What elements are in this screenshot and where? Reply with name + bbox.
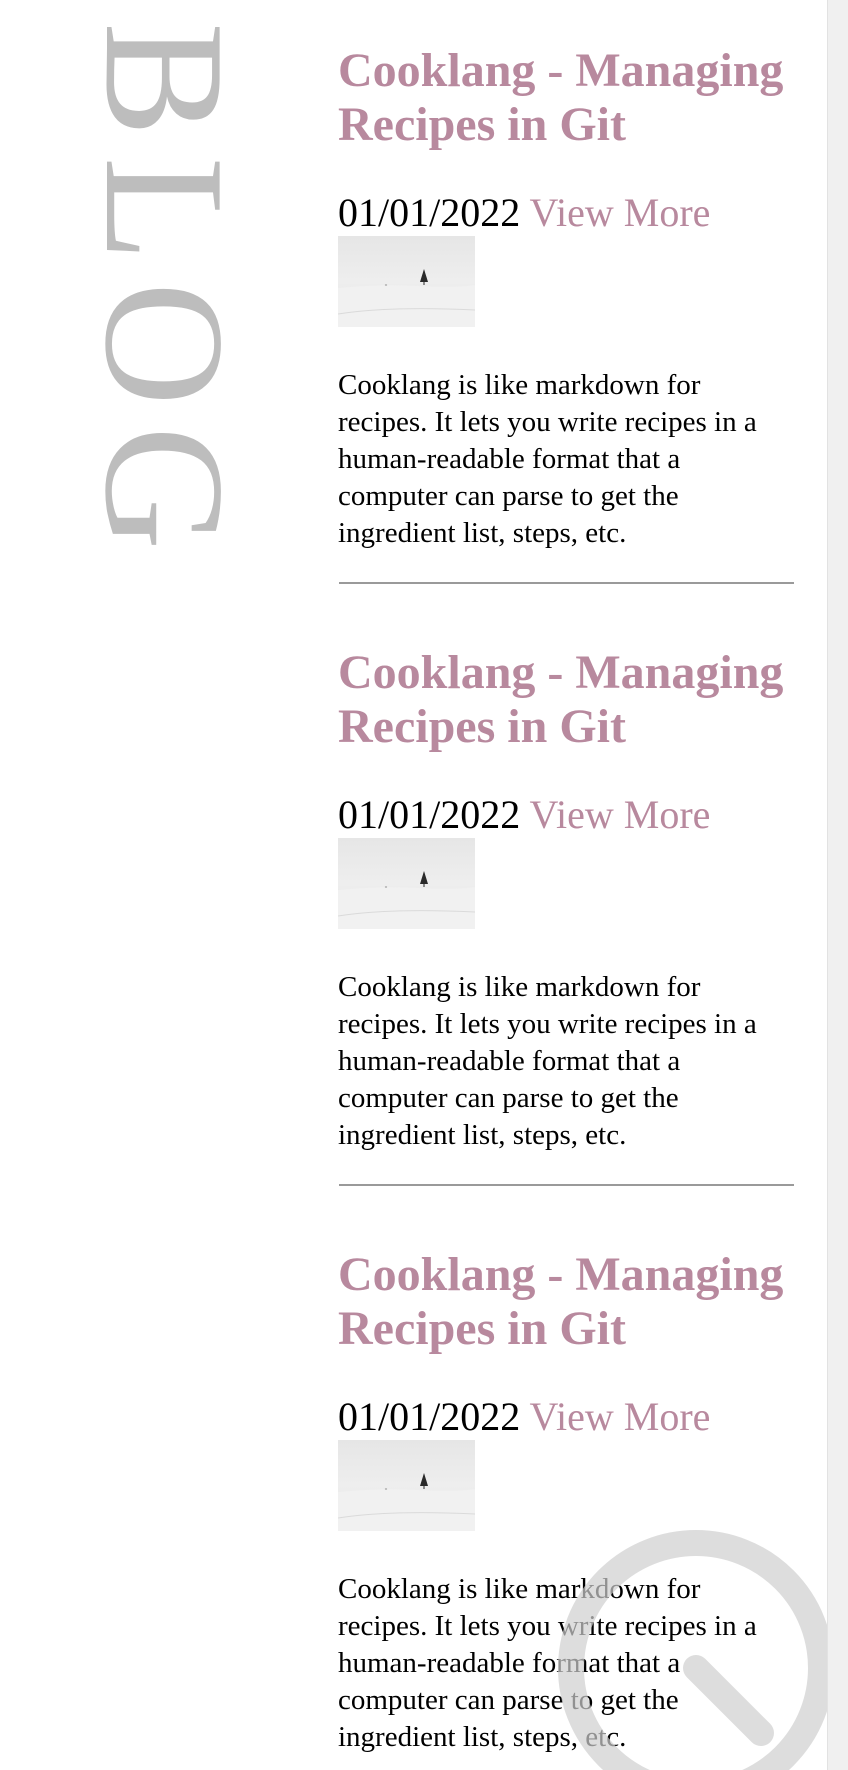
blog-page: BLOG Cooklang - Managing Recipes in Git … — [0, 0, 848, 1770]
snowy-tree-thumbnail[interactable] — [338, 236, 475, 327]
post-card: Cooklang - Managing Recipes in Git 01/01… — [338, 44, 794, 584]
post-meta: 01/01/2022 View More — [338, 792, 794, 838]
blog-vertical-title: BLOG — [69, 22, 259, 571]
post-meta: 01/01/2022 View More — [338, 1394, 794, 1440]
post-title[interactable]: Cooklang - Managing Recipes in Git — [338, 1248, 794, 1356]
snowy-tree-thumbnail[interactable] — [338, 1440, 475, 1531]
search-icon[interactable] — [556, 1528, 848, 1770]
post-excerpt: Cooklang is like markdown for recipes. I… — [338, 369, 757, 549]
post-card: Cooklang - Managing Recipes in Git 01/01… — [338, 646, 794, 1186]
post-date: 01/01/2022 — [338, 1394, 521, 1439]
post-list: Cooklang - Managing Recipes in Git 01/01… — [338, 44, 794, 1756]
view-more-link[interactable]: View More — [530, 792, 711, 837]
post-title[interactable]: Cooklang - Managing Recipes in Git — [338, 646, 794, 754]
post-excerpt: Cooklang is like markdown for recipes. I… — [338, 971, 757, 1151]
post-divider — [338, 582, 794, 584]
view-more-link[interactable]: View More — [530, 1394, 711, 1439]
snowy-tree-thumbnail[interactable] — [338, 838, 475, 929]
post-meta: 01/01/2022 View More — [338, 190, 794, 236]
post-divider — [338, 1184, 794, 1186]
view-more-link[interactable]: View More — [530, 190, 711, 235]
post-date: 01/01/2022 — [338, 792, 521, 837]
post-title[interactable]: Cooklang - Managing Recipes in Git — [338, 44, 794, 152]
post-date: 01/01/2022 — [338, 190, 521, 235]
scrollbar-track[interactable] — [827, 0, 848, 1770]
